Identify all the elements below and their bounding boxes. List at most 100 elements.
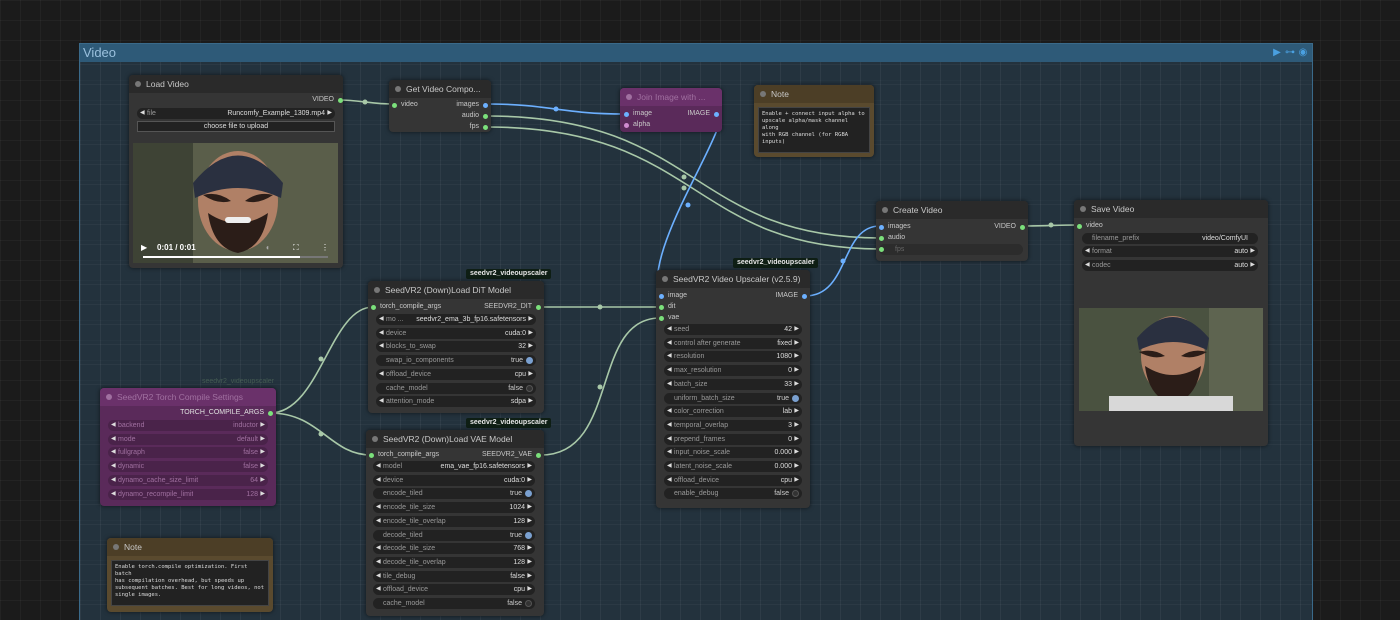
input-alpha[interactable]: alpha bbox=[624, 120, 650, 130]
decrement-arrow-icon[interactable]: ◀ bbox=[667, 475, 672, 486]
node-header[interactable]: Create Video bbox=[876, 201, 1028, 219]
decrement-arrow-icon[interactable]: ◀ bbox=[667, 434, 672, 445]
play-icon[interactable]: ▶ bbox=[1272, 47, 1282, 58]
mo-widget[interactable]: ◀ mo ... seedvr2_ema_3b_fp16.safetensors ▶ bbox=[376, 314, 536, 325]
increment-arrow-icon[interactable]: ▶ bbox=[527, 475, 532, 486]
dit-model-node[interactable]: SeedVR2 (Down)Load DiT Model torch_compi… bbox=[368, 281, 544, 413]
node-header[interactable]: SeedVR2 Video Upscaler (v2.5.9) bbox=[656, 270, 810, 288]
model-widget[interactable]: ◀ model ema_vae_fp16.safetensors ▶ bbox=[373, 461, 535, 472]
note-node-compile[interactable]: Note Enable torch.compile optimization. … bbox=[107, 538, 273, 612]
increment-arrow-icon[interactable]: ▶ bbox=[527, 543, 532, 554]
input-noise-scale-widget[interactable]: ◀ input_noise_scale 0.000 ▶ bbox=[664, 447, 802, 459]
increment-arrow-icon[interactable]: ▶ bbox=[794, 420, 799, 431]
input-video[interactable]: video bbox=[1077, 221, 1103, 231]
output-preview-image[interactable] bbox=[1079, 308, 1263, 411]
decrement-arrow-icon[interactable]: ◀ bbox=[111, 447, 116, 458]
get-video-components-node[interactable]: Get Video Compo... video images audio fp… bbox=[389, 80, 491, 132]
increment-arrow-icon[interactable]: ▶ bbox=[794, 434, 799, 445]
output-seedvr2-dit[interactable]: SEEDVR2_DIT bbox=[484, 302, 541, 312]
decrement-arrow-icon[interactable]: ◀ bbox=[667, 406, 672, 417]
video-preview[interactable]: ▶ 0:01 / 0:01 ◖ ⛶ ⋮ bbox=[133, 143, 338, 263]
output-image[interactable]: IMAGE bbox=[775, 291, 807, 301]
node-header[interactable]: Join Image with ... bbox=[620, 88, 722, 106]
eye-icon[interactable]: ◉ bbox=[1298, 47, 1308, 58]
blocks-to-swap-widget[interactable]: ◀ blocks_to_swap 32 ▶ bbox=[376, 341, 536, 353]
decrement-arrow-icon[interactable]: ◀ bbox=[376, 557, 381, 568]
encode-tiled-widget[interactable]: encode_tiled true bbox=[373, 488, 535, 500]
node-header[interactable]: SeedVR2 Torch Compile Settings bbox=[100, 388, 276, 406]
node-header[interactable]: SeedVR2 (Down)Load DiT Model bbox=[368, 281, 544, 299]
play-icon[interactable]: ▶ bbox=[141, 243, 147, 252]
fullgraph-widget[interactable]: ◀ fullgraph false ▶ bbox=[108, 447, 268, 459]
offload-device-widget[interactable]: ◀ offload_device cpu ▶ bbox=[373, 584, 535, 596]
increment-arrow-icon[interactable]: ▶ bbox=[794, 338, 799, 349]
resolution-widget[interactable]: ◀ resolution 1080 ▶ bbox=[664, 351, 802, 363]
increment-arrow-icon[interactable]: ▶ bbox=[528, 328, 533, 339]
increment-arrow-icon[interactable]: ▶ bbox=[794, 475, 799, 486]
input-images[interactable]: images bbox=[879, 222, 911, 232]
node-header[interactable]: Save Video bbox=[1074, 200, 1268, 218]
max-resolution-widget[interactable]: ◀ max_resolution 0 ▶ bbox=[664, 365, 802, 377]
more-options-icon[interactable]: ⋮ bbox=[321, 243, 329, 252]
tile-debug-widget[interactable]: ◀ tile_debug false ▶ bbox=[373, 570, 535, 582]
filename-prefix-input[interactable]: filename_prefix video/ComfyUI bbox=[1082, 233, 1258, 244]
decrement-arrow-icon[interactable]: ◀ bbox=[667, 420, 672, 431]
output-video[interactable]: VIDEO bbox=[253, 95, 343, 105]
node-header[interactable]: Note bbox=[107, 538, 273, 556]
group-header[interactable]: Video ▶ ⊶ ◉ bbox=[80, 44, 1312, 62]
encode-tile-size-widget[interactable]: ◀ encode_tile_size 1024 ▶ bbox=[373, 502, 535, 514]
join-image-alpha-node[interactable]: Join Image with ... image alpha IMAGE bbox=[620, 88, 722, 132]
seed-widget[interactable]: ◀ seed 42 ▶ bbox=[664, 324, 802, 335]
load-video-node[interactable]: Load Video VIDEO ◀ file Runcomfy_Example_1… bbox=[129, 75, 343, 268]
dynamo-cache-size-limit-widget[interactable]: ◀ dynamo_cache_size_limit 64 ▶ bbox=[108, 474, 268, 486]
file-combo[interactable]: ◀ file Runcomfy_Example_1309.mp4 ▶ bbox=[137, 108, 335, 119]
uniform-batch-size-widget[interactable]: uniform_batch_size true bbox=[664, 392, 802, 404]
decrement-arrow-icon[interactable]: ◀ bbox=[376, 516, 381, 527]
fullscreen-icon[interactable]: ⛶ bbox=[293, 243, 299, 253]
increment-arrow-icon[interactable]: ▶ bbox=[794, 379, 799, 390]
control-after-generate-widget[interactable]: ◀ control after generate fixed ▶ bbox=[664, 337, 802, 349]
cache-model-widget[interactable]: cache_model false bbox=[376, 382, 536, 394]
output-fps[interactable]: fps bbox=[470, 122, 488, 132]
dynamo-recompile-limit-widget[interactable]: ◀ dynamo_recompile_limit 128 ▶ bbox=[108, 488, 268, 500]
decrement-arrow-icon[interactable]: ◀ bbox=[379, 314, 384, 325]
output-seedvr2-vae[interactable]: SEEDVR2_VAE bbox=[482, 450, 541, 460]
increment-arrow-icon[interactable]: ▶ bbox=[260, 475, 265, 486]
output-images[interactable]: images bbox=[456, 100, 488, 110]
decrement-arrow-icon[interactable]: ◀ bbox=[667, 379, 672, 390]
create-video-node[interactable]: Create Video images audio fps VIDEO bbox=[876, 201, 1028, 261]
dynamic-widget[interactable]: ◀ dynamic false ▶ bbox=[108, 461, 268, 473]
increment-arrow-icon[interactable]: ▶ bbox=[260, 434, 265, 445]
toggle-icon[interactable] bbox=[525, 531, 532, 539]
input-video[interactable]: video bbox=[392, 100, 418, 110]
increment-arrow-icon[interactable]: ▶ bbox=[527, 571, 532, 582]
input-torch-compile-args[interactable]: torch_compile_args bbox=[371, 302, 441, 312]
note-text[interactable]: Enable torch.compile optimization. First… bbox=[111, 560, 269, 606]
node-header[interactable]: Get Video Compo... bbox=[389, 80, 491, 98]
decrement-arrow-icon[interactable]: ◀ bbox=[379, 341, 384, 352]
decrement-arrow-icon[interactable]: ◀ bbox=[376, 571, 381, 582]
note-node-alpha[interactable]: Note Enable + connect input alpha to ups… bbox=[754, 85, 874, 157]
decrement-arrow-icon[interactable]: ◀ bbox=[111, 489, 116, 500]
node-header[interactable]: Load Video bbox=[129, 75, 343, 93]
attention-mode-widget[interactable]: ◀ attention_mode sdpa ▶ bbox=[376, 396, 536, 408]
increment-arrow-icon[interactable]: ▶ bbox=[527, 557, 532, 568]
increment-arrow-icon[interactable]: ▶ bbox=[794, 406, 799, 417]
input-torch-compile-args[interactable]: torch_compile_args bbox=[369, 450, 439, 460]
decrement-arrow-icon[interactable]: ◀ bbox=[667, 447, 672, 458]
decrement-arrow-icon[interactable]: ◀ bbox=[379, 328, 384, 339]
node-header[interactable]: Note bbox=[754, 85, 874, 103]
volume-icon[interactable]: ◖ bbox=[265, 243, 270, 252]
encode-tile-overlap-widget[interactable]: ◀ encode_tile_overlap 128 ▶ bbox=[373, 515, 535, 527]
increment-arrow-icon[interactable]: ▶ bbox=[794, 447, 799, 458]
increment-arrow-icon[interactable]: ▶ bbox=[528, 369, 533, 380]
format-combo[interactable]: ◀ format auto ▶ bbox=[1082, 246, 1258, 257]
decrement-arrow-icon[interactable]: ◀ bbox=[667, 461, 672, 472]
increment-arrow-icon[interactable]: ▶ bbox=[794, 351, 799, 362]
increment-arrow-icon[interactable]: ▶ bbox=[260, 461, 265, 472]
decrement-arrow-icon[interactable]: ◀ bbox=[111, 420, 116, 431]
input-dit[interactable]: dit bbox=[659, 302, 675, 312]
increment-arrow-icon[interactable]: ▶ bbox=[260, 489, 265, 500]
prepend-frames-widget[interactable]: ◀ prepend_frames 0 ▶ bbox=[664, 433, 802, 445]
toggle-icon[interactable] bbox=[792, 490, 799, 498]
